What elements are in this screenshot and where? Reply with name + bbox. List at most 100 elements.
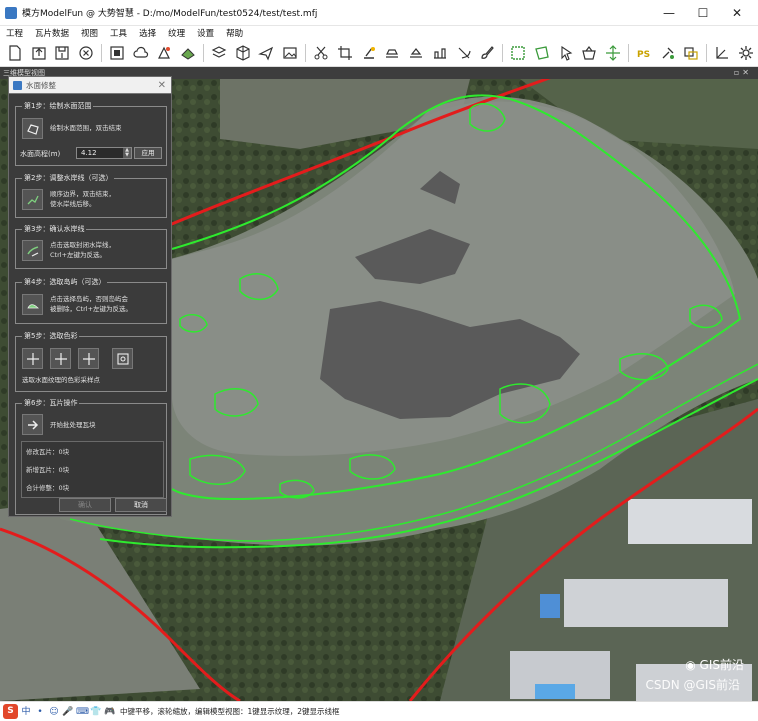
water-repair-panel: 水面修整 ✕ 第1步：绘制水面范围 绘制水面范围，双击结束 水面高程(m) 4.… [8, 76, 172, 517]
title-bar: 模方ModelFun @ 大势智慧 - D:/mo/ModelFun/test0… [0, 0, 758, 26]
view-window-controls[interactable]: ▫✕ [734, 67, 752, 79]
csdn-watermark: CSDN @GIS前沿 [645, 678, 740, 692]
scissors-icon[interactable] [312, 44, 330, 63]
minimize-button[interactable]: — [652, 0, 686, 26]
select-rect-icon[interactable] [509, 44, 527, 63]
tile-stats-box: 修改瓦片：0块 新增瓦片：0块 合计修整：0块 [21, 441, 164, 498]
step-3-title: 第3步：确认水岸线 [22, 224, 87, 234]
model-tool-icon[interactable] [179, 44, 197, 63]
cloud-upload-icon[interactable] [131, 44, 149, 63]
menu-select[interactable]: 选择 [133, 27, 162, 39]
confirm-button[interactable]: 确认 [59, 498, 111, 512]
airplane-icon[interactable] [257, 44, 275, 63]
target-icon [116, 352, 129, 365]
crosshair-icon [82, 352, 95, 365]
toolbar-separator [203, 44, 205, 62]
account-watermark: ◉ GIS前沿 [685, 656, 744, 673]
cube-icon[interactable] [234, 44, 252, 63]
svg-text:PS: PS [637, 50, 650, 60]
watermark: CSDN @GIS前沿 [646, 676, 744, 693]
photoshop-icon[interactable]: PS [635, 44, 653, 63]
ime-punctuation-icon[interactable]: • [34, 706, 46, 718]
export-icon[interactable] [155, 44, 173, 63]
toolbar-separator [628, 44, 629, 62]
stop-icon[interactable] [108, 44, 126, 63]
color-sample-button-1[interactable] [22, 348, 43, 369]
open-file-icon[interactable] [29, 44, 47, 63]
basket-icon[interactable] [580, 44, 598, 63]
select-island-button[interactable] [22, 294, 43, 315]
menu-tools[interactable]: 工具 [104, 27, 133, 39]
panel-logo-icon [13, 80, 22, 90]
texture-swap-icon[interactable] [658, 44, 676, 63]
menu-tile-data[interactable]: 瓦片数据 [29, 27, 75, 39]
clear-icon[interactable] [359, 44, 377, 63]
menu-settings[interactable]: 设置 [191, 27, 220, 39]
pointer-icon[interactable] [556, 44, 574, 63]
close-window-button[interactable]: ✕ [720, 0, 754, 26]
color-sample-clear-button[interactable] [112, 348, 133, 369]
step-1-group: 第1步：绘制水面范围 绘制水面范围，双击结束 水面高程(m) 4.12 ▲ ▼ 应… [15, 101, 167, 166]
step-5-title: 第5步：选取色彩 [22, 331, 80, 341]
ime-keyboard-icon[interactable]: ⌨ [76, 706, 89, 718]
ime-game-icon[interactable]: 🎮 [104, 706, 116, 718]
panel-close-icon[interactable]: ✕ [158, 80, 166, 91]
axis-icon[interactable] [713, 44, 731, 63]
repair-icon[interactable] [682, 44, 700, 63]
menu-help[interactable]: 帮助 [220, 27, 249, 39]
step-4-text-line2: 被删除，Ctrl+左键为反选。 [50, 305, 133, 313]
ime-toolbar[interactable]: S 中 • ☺ 🎤 ⌨ 👕 🎮 [3, 704, 116, 719]
close-project-icon[interactable] [77, 44, 95, 63]
new-file-icon[interactable] [6, 44, 24, 63]
flatten-icon[interactable] [407, 44, 425, 63]
modified-tiles-stat: 修改瓦片：0块 [26, 448, 70, 456]
apply-button[interactable]: 应用 [134, 147, 162, 159]
app-logo-icon [5, 6, 17, 19]
color-sample-button-3[interactable] [78, 348, 99, 369]
arrow-right-icon [27, 419, 38, 430]
shoreline-select-icon [26, 245, 38, 257]
image-icon[interactable] [281, 44, 299, 63]
brush-icon[interactable] [478, 44, 496, 63]
menu-texture[interactable]: 纹理 [162, 27, 191, 39]
elevation-value: 4.12 [81, 149, 97, 157]
elevation-spinner[interactable]: ▲ ▼ [123, 148, 131, 158]
select-poly-icon[interactable] [533, 44, 551, 63]
toolbar-separator [101, 44, 103, 62]
settings-icon[interactable] [737, 44, 755, 63]
adjust-shoreline-button[interactable] [22, 189, 43, 210]
status-message: 中键平移，滚轮缩放，编辑模型视图：1键显示纹理，2键显示线框 [120, 707, 340, 716]
step-6-title: 第6步：瓦片操作 [22, 398, 80, 408]
step-3-text-line2: Ctrl+左键为反选。 [50, 251, 107, 259]
draw-water-area-button[interactable] [22, 118, 43, 139]
crop-icon[interactable] [336, 44, 354, 63]
move-plane-icon[interactable] [604, 44, 622, 63]
step-4-group: 第4步：选取岛屿（可选） 点击选择岛屿，否则岛屿会 被删除，Ctrl+左键为反选… [15, 277, 167, 324]
ime-skin-icon[interactable]: 👕 [90, 706, 102, 718]
menu-view[interactable]: 视图 [75, 27, 104, 39]
ime-chinese-mode-icon[interactable]: 中 [20, 706, 32, 718]
wechat-icon: ◉ [685, 658, 700, 672]
layers-icon[interactable] [210, 44, 228, 63]
ime-logo-icon[interactable]: S [3, 704, 18, 719]
cancel-button[interactable]: 取消 [115, 498, 167, 512]
water-icon[interactable] [454, 44, 472, 63]
elevation-input[interactable]: 4.12 ▲ ▼ [76, 147, 132, 159]
ime-voice-icon[interactable]: 🎤 [62, 706, 74, 718]
crosshair-icon [26, 352, 39, 365]
save-file-icon[interactable] [53, 44, 71, 63]
elevation-label: 水面高程(m) [20, 150, 61, 158]
fill-icon[interactable] [383, 44, 401, 63]
panel-title: 水面修整 [26, 80, 56, 90]
step-1-title: 第1步：绘制水面范围 [22, 101, 94, 111]
confirm-shoreline-button[interactable] [22, 240, 43, 261]
maximize-button[interactable]: ☐ [686, 0, 720, 26]
blue-roof [540, 594, 560, 618]
batch-process-button[interactable] [22, 414, 43, 435]
ime-emoji-icon[interactable]: ☺ [48, 706, 60, 718]
step-2-text-line1: 顺序边界，双击结束， [50, 190, 115, 198]
window-title: 模方ModelFun @ 大势智慧 - D:/mo/ModelFun/test0… [22, 9, 318, 19]
color-sample-button-2[interactable] [50, 348, 71, 369]
menu-project[interactable]: 工程 [0, 27, 29, 39]
bridge-icon[interactable] [431, 44, 449, 63]
